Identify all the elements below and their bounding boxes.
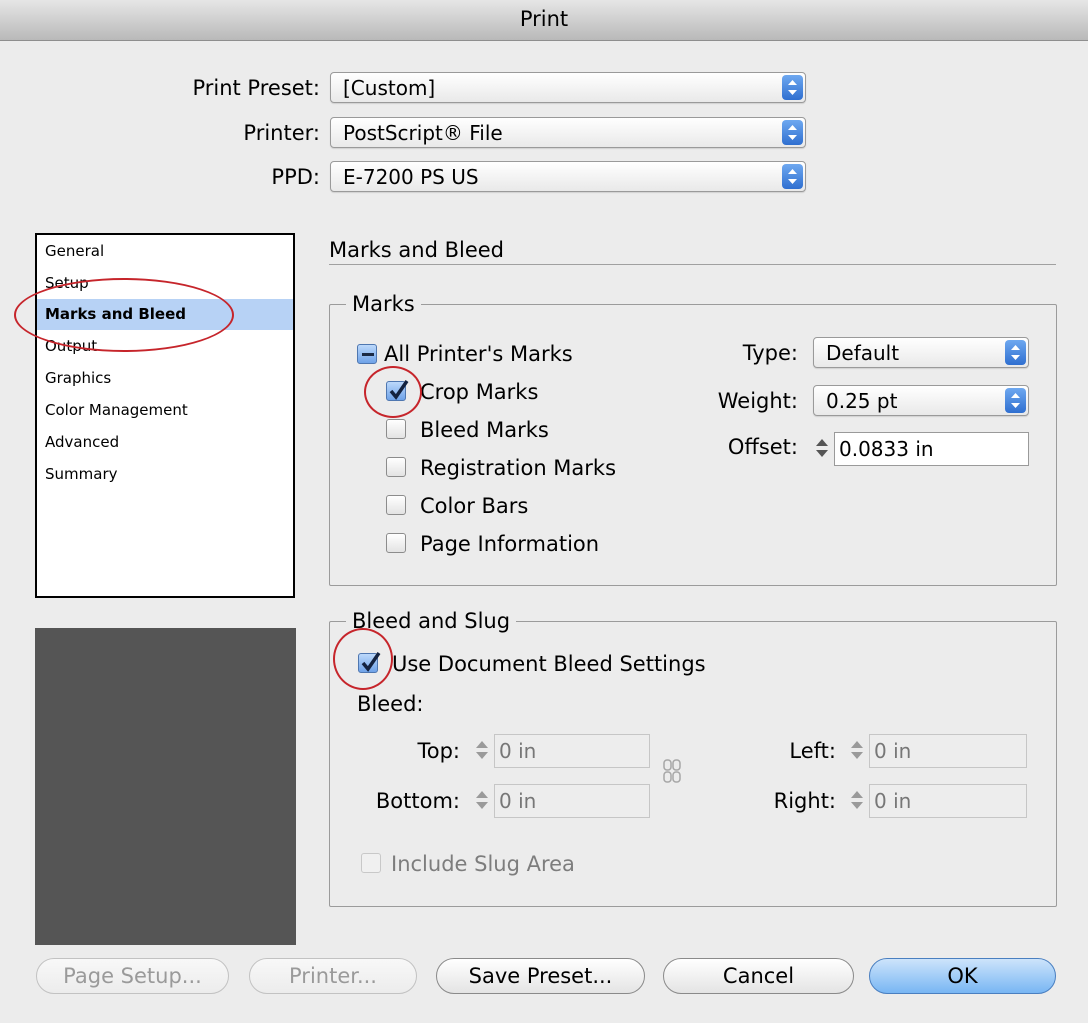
page-setup-button[interactable]: Page Setup... (36, 958, 229, 994)
popup-arrows-icon (782, 164, 803, 189)
sidebar-item-output[interactable]: Output (45, 331, 97, 361)
bleed-left-field[interactable]: 0 in (869, 734, 1027, 768)
bleed-top-label: Top: (417, 739, 460, 763)
color-bars-checkbox[interactable] (386, 495, 406, 515)
printer-label: Printer: (243, 121, 320, 145)
bleed-top-stepper-icon[interactable] (474, 739, 490, 761)
bleed-right-label: Right: (773, 789, 836, 813)
popup-arrows-icon (782, 120, 803, 145)
panel-title: Marks and Bleed (329, 238, 504, 262)
printer-value: PostScript® File (343, 121, 503, 145)
bleed-left-label: Left: (789, 739, 836, 763)
weight-label: Weight: (717, 389, 798, 413)
printer-popup[interactable]: PostScript® File (330, 117, 806, 148)
all-printers-marks-checkbox[interactable] (357, 344, 377, 364)
mixed-state-icon (362, 353, 374, 356)
bleed-bottom-field[interactable]: 0 in (494, 784, 650, 818)
registration-marks-checkbox[interactable] (386, 457, 406, 477)
bleed-left-stepper-icon[interactable] (849, 739, 865, 761)
popup-arrows-icon (1005, 340, 1026, 365)
bleed-bottom-stepper-icon[interactable] (474, 789, 490, 811)
print-preset-label: Print Preset: (192, 76, 320, 100)
sidebar-item-marks-and-bleed[interactable]: Marks and Bleed (45, 299, 186, 329)
crop-marks-checkbox[interactable] (386, 380, 409, 401)
sidebar-item-general[interactable]: General (45, 236, 104, 266)
use-document-bleed-checkbox[interactable] (358, 652, 381, 673)
bleed-right-field[interactable]: 0 in (869, 784, 1027, 818)
bleed-bottom-label: Bottom: (375, 789, 460, 813)
include-slug-label: Include Slug Area (391, 852, 575, 876)
print-preset-popup[interactable]: [Custom] (330, 72, 806, 103)
popup-arrows-icon (1005, 388, 1026, 413)
registration-marks-label: Registration Marks (420, 456, 617, 480)
crop-marks-label: Crop Marks (420, 380, 539, 404)
type-label: Type: (742, 341, 798, 365)
window-title: Print (0, 0, 1088, 41)
bleed-top-field[interactable]: 0 in (494, 734, 650, 768)
print-preview-area (35, 628, 296, 945)
bleed-marks-label: Bleed Marks (420, 418, 549, 442)
sidebar-item-summary[interactable]: Summary (45, 459, 118, 489)
cancel-button[interactable]: Cancel (663, 958, 854, 994)
offset-field[interactable]: 0.0833 in (834, 432, 1029, 466)
print-preset-value: [Custom] (343, 76, 436, 100)
sidebar-item-graphics[interactable]: Graphics (45, 363, 111, 393)
category-list: General Setup Marks and Bleed Output Gra… (35, 233, 295, 598)
marks-legend: Marks (352, 292, 415, 316)
type-value: Default (826, 341, 900, 365)
weight-value: 0.25 pt (826, 389, 898, 413)
offset-label: Offset: (727, 435, 798, 459)
page-information-checkbox[interactable] (386, 533, 406, 553)
page-information-label: Page Information (420, 532, 600, 556)
sidebar-item-color-management[interactable]: Color Management (45, 395, 188, 425)
sidebar-item-setup[interactable]: Setup (45, 268, 89, 298)
offset-stepper-icon[interactable] (814, 437, 830, 459)
save-preset-button[interactable]: Save Preset... (436, 958, 645, 994)
include-slug-checkbox[interactable] (361, 853, 381, 873)
popup-arrows-icon (782, 75, 803, 100)
ppd-popup[interactable]: E-7200 PS US (330, 161, 806, 192)
type-popup[interactable]: Default (813, 337, 1029, 368)
panel-title-separator (329, 264, 1056, 265)
ppd-value: E-7200 PS US (343, 165, 479, 189)
bleed-slug-legend: Bleed and Slug (352, 609, 511, 633)
chain-link-icon[interactable] (662, 758, 682, 784)
all-printers-marks-label: All Printer's Marks (384, 342, 573, 366)
bleed-right-stepper-icon[interactable] (849, 789, 865, 811)
bleed-marks-checkbox[interactable] (386, 419, 406, 439)
ppd-label: PPD: (271, 165, 320, 189)
checkmark-icon (361, 652, 381, 672)
use-document-bleed-label: Use Document Bleed Settings (392, 652, 706, 676)
sidebar-item-advanced[interactable]: Advanced (45, 427, 119, 457)
weight-popup[interactable]: 0.25 pt (813, 385, 1029, 416)
bleed-label: Bleed: (357, 692, 424, 716)
checkmark-icon (389, 380, 409, 400)
color-bars-label: Color Bars (420, 494, 529, 518)
ok-button[interactable]: OK (869, 958, 1056, 994)
printer-button[interactable]: Printer... (249, 958, 417, 994)
